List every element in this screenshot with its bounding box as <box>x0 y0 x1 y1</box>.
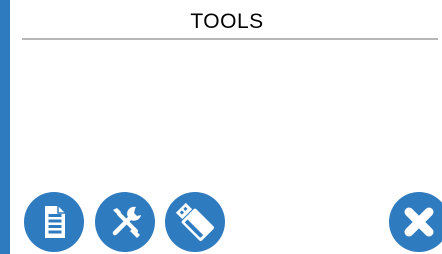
close-icon <box>404 207 434 237</box>
left-accent-bar <box>0 0 10 254</box>
usb-drive-icon <box>175 202 214 241</box>
page-title: TOOLS <box>190 10 264 33</box>
usb-drive-button[interactable] <box>165 192 225 252</box>
documents-button[interactable] <box>24 192 84 252</box>
tools-button[interactable] <box>95 192 155 252</box>
title-divider <box>22 38 438 40</box>
tools-icon <box>112 206 141 238</box>
document-icon <box>45 206 65 238</box>
close-button[interactable] <box>389 192 442 252</box>
